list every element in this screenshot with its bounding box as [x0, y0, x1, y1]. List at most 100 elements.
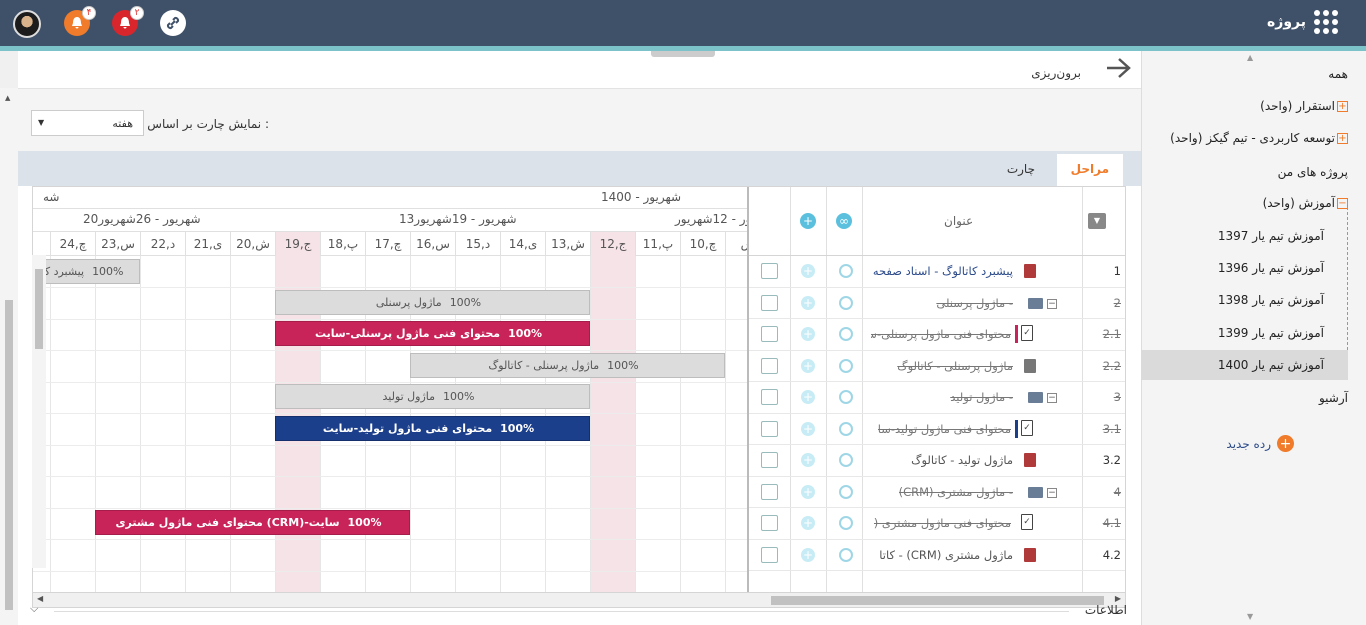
details-icon[interactable] [761, 483, 778, 500]
sidebar-item-training[interactable]: −آموزش (واحد) [1263, 196, 1348, 210]
details-icon[interactable] [761, 452, 778, 468]
task-name[interactable]: - ماژول مشتری (CRM) [899, 485, 1013, 499]
info-section-header[interactable]: ⌵ اطلاعات [18, 600, 1141, 622]
sidebar-subitem-1396[interactable]: آموزش تیم یار 1396 [1218, 261, 1324, 275]
task-name[interactable]: ماژول مشتری (CRM) - کاتا [879, 548, 1013, 562]
dependency-icon[interactable] [839, 421, 853, 436]
link-icon[interactable] [160, 10, 186, 36]
gantt-column-weekend [590, 256, 635, 592]
gantt-bar[interactable]: ماژول پرسنلی 100% [275, 290, 590, 315]
task-name[interactable]: ماژول پرسنلی - کاتالوگ [897, 359, 1013, 373]
table-row[interactable]: + محتوای فنی ماژول تولید-سا ✓ 3.1 [749, 414, 1125, 445]
details-icon[interactable] [761, 546, 778, 563]
task-name[interactable]: - ماژول پرسنلی [936, 296, 1013, 310]
gantt-bar[interactable]: محتوای فنی ماژول تولید-سایت 100% [275, 416, 590, 441]
sidebar-scroll-down-icon[interactable]: ▼ [1247, 612, 1253, 621]
add-subtask-icon[interactable]: + [801, 358, 815, 373]
collapse-handle[interactable] [651, 51, 715, 57]
table-row[interactable]: + پیشبرد کاتالوگ - اسناد صفحه ا 1 [749, 256, 1125, 288]
sidebar-item-archive[interactable]: آرشیو [1319, 391, 1348, 405]
task-name[interactable]: محتوای فنی ماژول مشتری ( [874, 516, 1011, 530]
chevron-down-icon[interactable]: ⌵ [30, 602, 38, 616]
collapse-icon[interactable]: − [1047, 487, 1057, 498]
tabs-bar: مراحل چارت [18, 151, 1141, 186]
chart-basis-select[interactable]: هفته ▼ [31, 110, 144, 136]
expand-icon[interactable]: + [1337, 133, 1348, 144]
details-icon[interactable] [761, 420, 778, 437]
task-name[interactable]: - ماژول تولید [950, 390, 1013, 404]
dependency-icon[interactable] [839, 295, 853, 310]
add-subtask-icon[interactable]: + [801, 516, 815, 530]
gantt-vertical-scrollbar[interactable] [32, 255, 46, 568]
back-arrow-icon[interactable] [1105, 57, 1131, 85]
page-scrollbar[interactable]: ▲ [0, 88, 18, 625]
link-all-icon[interactable]: ∞ [836, 213, 852, 229]
add-subtask-icon[interactable]: + [801, 264, 815, 278]
details-icon[interactable] [761, 515, 778, 531]
notification-bell-icon[interactable]: ۴ [64, 6, 96, 36]
collapse-icon[interactable]: − [1047, 393, 1057, 403]
tab-chart[interactable]: چارت [993, 154, 1049, 186]
new-category-button[interactable]: + رده جدید [1226, 435, 1294, 452]
task-name[interactable]: پیشبرد کاتالوگ - اسناد صفحه ا [873, 264, 1013, 278]
gantt-bar[interactable]: پیشبرد کا 100% [33, 259, 140, 284]
sidebar-subitem-1400[interactable]: آموزش تیم یار 1400 [1218, 358, 1324, 372]
sidebar-item-all[interactable]: همه [1328, 67, 1348, 81]
gantt-bar[interactable]: محتوای فنی ماژول پرسنلی-سایت 100% [275, 321, 590, 346]
alert-bell-icon[interactable]: ۲ [112, 6, 144, 36]
dependency-icon[interactable] [839, 547, 853, 562]
alert-badge: ۲ [130, 6, 144, 20]
sidebar-subitem-1398[interactable]: آموزش تیم یار 1398 [1218, 293, 1324, 307]
sidebar-subitem-1397[interactable]: آموزش تیم یار 1397 [1218, 229, 1324, 243]
page-scrollbar-thumb[interactable] [5, 300, 13, 610]
app-brand[interactable]: پروژه [1267, 10, 1338, 34]
task-number: 4.2 [1102, 547, 1121, 562]
dependency-icon[interactable] [839, 516, 853, 530]
dependency-icon[interactable] [839, 264, 853, 278]
task-name[interactable]: محتوای فنی ماژول پرسنلی-س [871, 327, 1011, 341]
dependency-icon[interactable] [839, 327, 853, 341]
table-row[interactable]: + محتوای فنی ماژول مشتری ( ✓ 4.1 [749, 508, 1125, 540]
sidebar-item-dev-team[interactable]: +توسعه کاربردی - تیم گیکز (واحد) [1170, 131, 1348, 145]
add-subtask-icon[interactable]: + [801, 390, 815, 404]
dependency-icon[interactable] [839, 390, 853, 404]
table-row[interactable]: + محتوای فنی ماژول پرسنلی-س ✓ 2.1 [749, 319, 1125, 351]
add-subtask-icon[interactable]: + [801, 453, 815, 467]
gantt-bar[interactable]: ماژول پرسنلی - کاتالوگ 100% [410, 353, 725, 378]
collapse-icon[interactable]: − [1047, 298, 1057, 309]
sidebar-item-my-projects[interactable]: پروژه های من [1278, 165, 1348, 179]
details-icon[interactable] [761, 326, 778, 342]
add-subtask-icon[interactable]: + [801, 547, 815, 562]
gantt-vscroll-thumb[interactable] [35, 269, 43, 349]
dependency-icon[interactable] [839, 453, 853, 467]
apps-grid-icon[interactable] [1314, 10, 1338, 34]
task-name[interactable]: ماژول تولید - کاتالوگ [911, 453, 1013, 467]
dependency-icon[interactable] [839, 484, 853, 499]
gantt-bar[interactable]: محتوای فنی ماژول مشتری (CRM)-سایت 100% [95, 510, 410, 535]
add-subtask-icon[interactable]: + [801, 421, 815, 436]
details-icon[interactable] [761, 263, 778, 279]
task-name[interactable]: محتوای فنی ماژول تولید-سا [878, 422, 1011, 436]
table-row[interactable]: + ماژول تولید - کاتالوگ 3.2 [749, 445, 1125, 477]
add-all-icon[interactable]: + [800, 213, 816, 229]
expand-icon[interactable]: + [1337, 101, 1348, 112]
user-avatar[interactable] [13, 10, 41, 38]
details-icon[interactable] [761, 357, 778, 374]
details-icon[interactable] [761, 294, 778, 311]
column-menu-icon[interactable]: ▼ [1088, 213, 1106, 229]
add-subtask-icon[interactable]: + [801, 295, 815, 310]
tab-stages[interactable]: مراحل [1056, 154, 1123, 186]
table-row[interactable]: + ماژول پرسنلی - کاتالوگ 2.2 [749, 351, 1125, 382]
dependency-icon[interactable] [839, 358, 853, 373]
add-subtask-icon[interactable]: + [801, 327, 815, 341]
gantt-bar[interactable]: ماژول تولید 100% [275, 384, 590, 409]
table-row[interactable]: + - ماژول پرسنلی − 2 [749, 288, 1125, 319]
sidebar-scroll-up-icon[interactable]: ▲ [1247, 53, 1253, 62]
details-icon[interactable] [761, 389, 778, 405]
table-row[interactable]: + - ماژول تولید − 3 [749, 382, 1125, 414]
sidebar-item-deployment[interactable]: +استقرار (واحد) [1260, 99, 1348, 113]
table-row[interactable]: + - ماژول مشتری (CRM) − 4 [749, 477, 1125, 508]
add-subtask-icon[interactable]: + [801, 484, 815, 499]
sidebar-subitem-1399[interactable]: آموزش تیم یار 1399 [1218, 326, 1324, 340]
table-row[interactable]: + ماژول مشتری (CRM) - کاتا 4.2 [749, 540, 1125, 571]
